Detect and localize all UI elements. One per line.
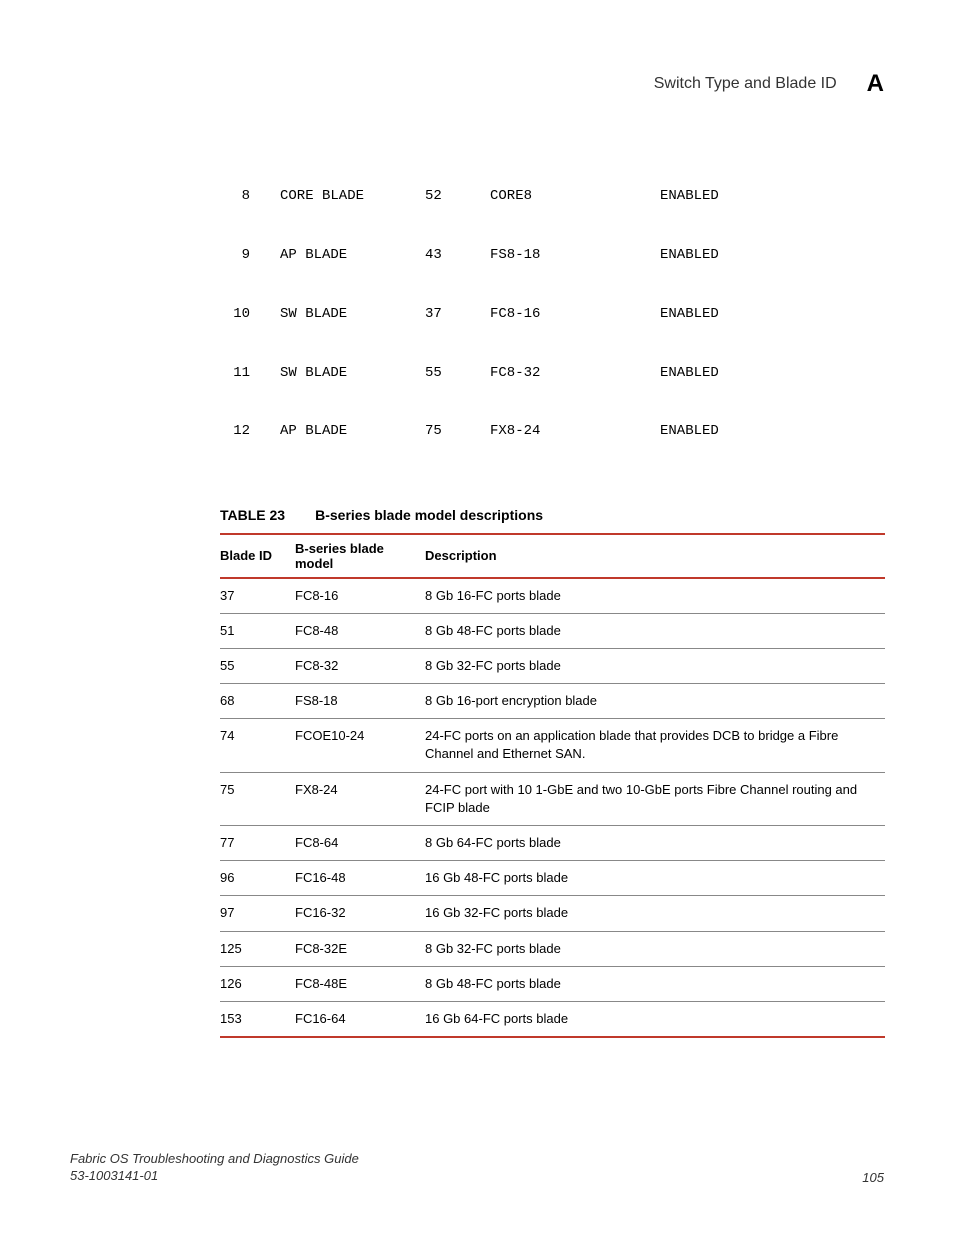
code-cell: 11 — [220, 364, 280, 384]
footer-guide-title: Fabric OS Troubleshooting and Diagnostic… — [70, 1151, 359, 1168]
cell-blade-id: 75 — [220, 772, 295, 825]
cell-blade-id: 153 — [220, 1001, 295, 1037]
cell-blade-id: 51 — [220, 613, 295, 648]
cell-description: 8 Gb 32-FC ports blade — [425, 648, 885, 683]
footer-doc-number: 53-1003141-01 — [70, 1168, 359, 1185]
code-cell: 75 — [425, 422, 490, 442]
code-cell: CORE8 — [490, 187, 660, 207]
cell-model: FC8-48 — [295, 613, 425, 648]
table-number-label: TABLE 23 — [220, 507, 285, 523]
code-row: 11SW BLADE55FC8-32ENABLED — [220, 364, 884, 384]
code-cell: ENABLED — [660, 422, 719, 442]
cell-model: FC16-64 — [295, 1001, 425, 1037]
code-cell: SW BLADE — [280, 364, 425, 384]
cell-description: 16 Gb 48-FC ports blade — [425, 861, 885, 896]
code-cell: FC8-16 — [490, 305, 660, 325]
cell-blade-id: 77 — [220, 826, 295, 861]
code-cell: CORE BLADE — [280, 187, 425, 207]
cell-blade-id: 68 — [220, 684, 295, 719]
blade-model-table: Blade ID B-series blade model Descriptio… — [220, 533, 885, 1039]
cell-description: 24-FC ports on an application blade that… — [425, 719, 885, 772]
code-cell: ENABLED — [660, 246, 719, 266]
code-cell: 55 — [425, 364, 490, 384]
table-row: 75FX8-2424-FC port with 10 1-GbE and two… — [220, 772, 885, 825]
cell-blade-id: 37 — [220, 578, 295, 614]
header-title: Switch Type and Blade ID — [654, 75, 837, 93]
table-row: 55FC8-328 Gb 32-FC ports blade — [220, 648, 885, 683]
code-cell: SW BLADE — [280, 305, 425, 325]
cell-model: FCOE10-24 — [295, 719, 425, 772]
cell-blade-id: 126 — [220, 966, 295, 1001]
page-header: Switch Type and Blade ID A — [70, 70, 884, 98]
cell-blade-id: 55 — [220, 648, 295, 683]
cell-blade-id: 74 — [220, 719, 295, 772]
cell-model: FC8-16 — [295, 578, 425, 614]
table-header-model: B-series blade model — [295, 534, 425, 578]
table-row: 153FC16-6416 Gb 64-FC ports blade — [220, 1001, 885, 1037]
cell-model: FS8-18 — [295, 684, 425, 719]
cell-model: FC8-32 — [295, 648, 425, 683]
code-cell: ENABLED — [660, 364, 719, 384]
code-cell: ENABLED — [660, 305, 719, 325]
code-cell: AP BLADE — [280, 246, 425, 266]
code-cell: ENABLED — [660, 187, 719, 207]
table-row: 126FC8-48E8 Gb 48-FC ports blade — [220, 966, 885, 1001]
code-cell: 9 — [220, 246, 280, 266]
cell-description: 8 Gb 16-port encryption blade — [425, 684, 885, 719]
table-title: B-series blade model descriptions — [315, 507, 543, 523]
cell-model: FC8-48E — [295, 966, 425, 1001]
code-cell: 8 — [220, 187, 280, 207]
code-cell: 52 — [425, 187, 490, 207]
table-row: 125FC8-32E8 Gb 32-FC ports blade — [220, 931, 885, 966]
cell-blade-id: 97 — [220, 896, 295, 931]
code-cell: 37 — [425, 305, 490, 325]
code-row: 9AP BLADE43FS8-18ENABLED — [220, 246, 884, 266]
table-row: 97FC16-3216 Gb 32-FC ports blade — [220, 896, 885, 931]
table-row: 77FC8-648 Gb 64-FC ports blade — [220, 826, 885, 861]
table-row: 68FS8-188 Gb 16-port encryption blade — [220, 684, 885, 719]
page-number: 105 — [862, 1170, 884, 1185]
code-cell: FS8-18 — [490, 246, 660, 266]
table-row: 74FCOE10-2424-FC ports on an application… — [220, 719, 885, 772]
cell-description: 8 Gb 64-FC ports blade — [425, 826, 885, 861]
cell-model: FC8-64 — [295, 826, 425, 861]
cell-description: 24-FC port with 10 1-GbE and two 10-GbE … — [425, 772, 885, 825]
code-cell: 12 — [220, 422, 280, 442]
cell-model: FX8-24 — [295, 772, 425, 825]
cell-description: 8 Gb 16-FC ports blade — [425, 578, 885, 614]
cell-model: FC8-32E — [295, 931, 425, 966]
code-cell: 43 — [425, 246, 490, 266]
table-header-description: Description — [425, 534, 885, 578]
cell-model: FC16-48 — [295, 861, 425, 896]
cell-description: 16 Gb 64-FC ports blade — [425, 1001, 885, 1037]
page-footer: Fabric OS Troubleshooting and Diagnostic… — [70, 1151, 884, 1185]
code-row: 12AP BLADE75FX8-24ENABLED — [220, 422, 884, 442]
code-cell: AP BLADE — [280, 422, 425, 442]
cell-blade-id: 96 — [220, 861, 295, 896]
cell-model: FC16-32 — [295, 896, 425, 931]
table-header-blade-id: Blade ID — [220, 534, 295, 578]
cell-blade-id: 125 — [220, 931, 295, 966]
code-cell: FX8-24 — [490, 422, 660, 442]
code-row: 8CORE BLADE52CORE8ENABLED — [220, 187, 884, 207]
code-cell: 10 — [220, 305, 280, 325]
table-row: 96FC16-4816 Gb 48-FC ports blade — [220, 861, 885, 896]
table-row: 37FC8-168 Gb 16-FC ports blade — [220, 578, 885, 614]
cell-description: 16 Gb 32-FC ports blade — [425, 896, 885, 931]
cell-description: 8 Gb 48-FC ports blade — [425, 966, 885, 1001]
code-output-block: 8CORE BLADE52CORE8ENABLED 9AP BLADE43FS8… — [220, 148, 884, 462]
cell-description: 8 Gb 32-FC ports blade — [425, 931, 885, 966]
footer-left: Fabric OS Troubleshooting and Diagnostic… — [70, 1151, 359, 1185]
cell-description: 8 Gb 48-FC ports blade — [425, 613, 885, 648]
table-row: 51FC8-488 Gb 48-FC ports blade — [220, 613, 885, 648]
table-caption: TABLE 23 B-series blade model description… — [220, 507, 884, 525]
code-cell: FC8-32 — [490, 364, 660, 384]
header-appendix-letter: A — [867, 70, 884, 98]
code-row: 10SW BLADE37FC8-16ENABLED — [220, 305, 884, 325]
table-header-row: Blade ID B-series blade model Descriptio… — [220, 534, 885, 578]
